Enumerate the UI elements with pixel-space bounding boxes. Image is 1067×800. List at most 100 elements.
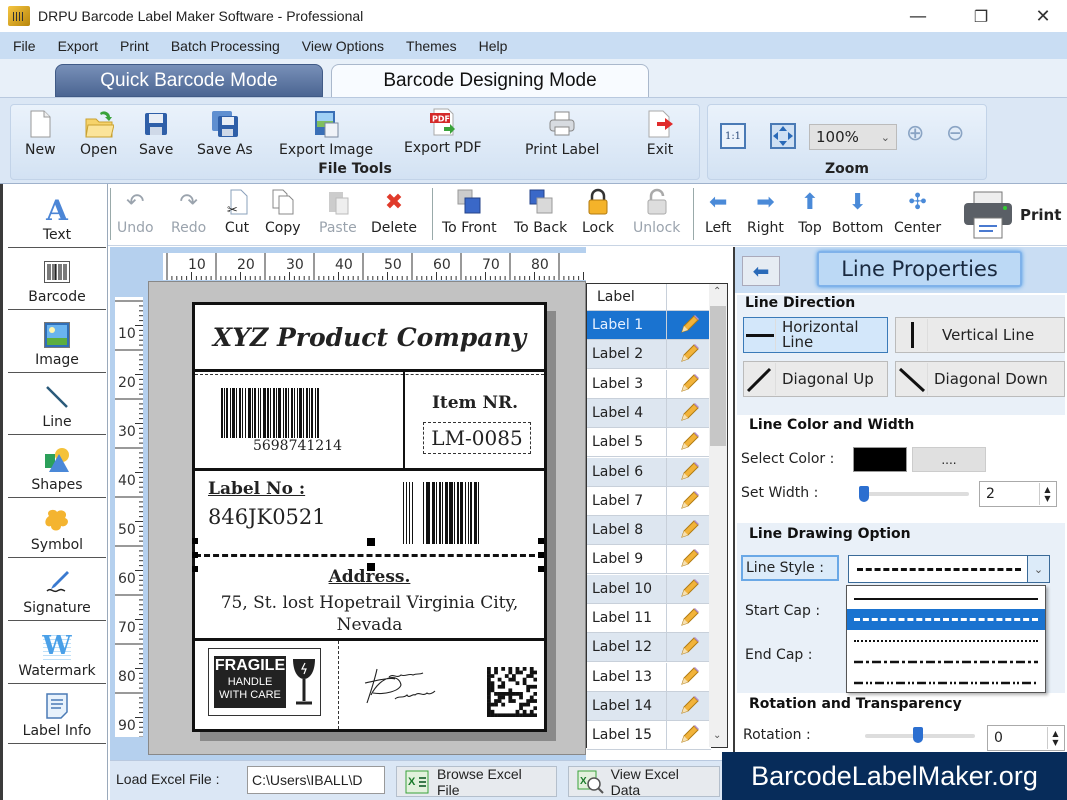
line-style-option-dash-dot[interactable]	[847, 651, 1045, 672]
paste-button[interactable]: Paste	[319, 188, 357, 236]
cut-button[interactable]: ✂ Cut	[224, 188, 250, 236]
save-button[interactable]: Save	[139, 109, 173, 158]
label-list-item[interactable]: Label 8	[587, 516, 711, 546]
edit-pencil-icon[interactable]	[667, 431, 711, 453]
menu-help[interactable]: Help	[470, 38, 517, 54]
resize-handle[interactable]	[538, 538, 544, 544]
spinner-arrows-icon[interactable]: ▲ ▼	[1039, 483, 1055, 505]
label-list-item[interactable]: Label 7	[587, 486, 711, 516]
to-front-button[interactable]: To Front	[442, 188, 497, 236]
line-style-option-dash[interactable]	[847, 609, 1045, 630]
exit-button[interactable]: Exit	[645, 109, 675, 158]
company-name-text[interactable]: XYZ Product Company	[195, 305, 544, 369]
unlock-button[interactable]: Unlock	[633, 188, 680, 236]
label-list-item[interactable]: Label 1	[587, 311, 711, 340]
diagonal-up-button[interactable]: Diagonal Up	[743, 361, 888, 397]
label-list-item[interactable]: Label 5	[587, 428, 711, 458]
export-image-button[interactable]: Export Image	[279, 109, 373, 158]
save-as-button[interactable]: Save As	[197, 109, 253, 158]
edit-pencil-icon[interactable]	[667, 607, 711, 629]
line-style-option-dot[interactable]	[847, 630, 1045, 651]
align-right-button[interactable]: ➡ Right	[747, 188, 784, 237]
edit-pencil-icon[interactable]	[667, 724, 711, 746]
rotation-spinner[interactable]: 0 ▲ ▼	[987, 725, 1065, 751]
label-list-item[interactable]: Label 12	[587, 633, 711, 663]
label-no-heading-text[interactable]: Label No :	[208, 479, 305, 499]
datamatrix-code[interactable]	[487, 667, 537, 717]
edit-pencil-icon[interactable]	[667, 402, 711, 424]
menu-themes[interactable]: Themes	[397, 38, 466, 54]
zoom-select[interactable]: 100% ⌄	[809, 124, 897, 150]
label-list-item[interactable]: Label 4	[587, 398, 711, 428]
selected-dashed-line[interactable]	[195, 554, 544, 557]
menu-file[interactable]: File	[4, 38, 45, 54]
scroll-thumb[interactable]	[710, 306, 726, 446]
scroll-up-icon[interactable]: ⌃	[713, 286, 721, 297]
excel-path-input[interactable]: C:\Users\IBALL\D	[247, 766, 385, 794]
close-button[interactable]: ✕	[1020, 0, 1066, 32]
more-colors-button[interactable]: ....	[912, 447, 986, 472]
browse-excel-button[interactable]: X Browse Excel File	[396, 766, 557, 798]
delete-button[interactable]: ✖ Delete	[371, 188, 417, 237]
edit-pencil-icon[interactable]	[667, 695, 711, 717]
export-pdf-button[interactable]: PDF Export PDF	[404, 107, 482, 156]
sidebar-item-symbol[interactable]: Symbol	[8, 496, 106, 558]
sidebar-item-text[interactable]: A Text	[8, 186, 106, 248]
open-button[interactable]: Open	[80, 109, 117, 158]
label-list-item[interactable]: Label 9	[587, 545, 711, 575]
fit-to-window-button[interactable]	[770, 123, 796, 149]
copy-button[interactable]: Copy	[265, 188, 301, 236]
address-line1-text[interactable]: 75, St. lost Hopetrail Virginia City,	[195, 593, 544, 613]
barcode-1d[interactable]	[221, 388, 379, 438]
menu-print[interactable]: Print	[111, 38, 158, 54]
divider-line[interactable]	[195, 638, 544, 641]
edit-pencil-icon[interactable]	[667, 490, 711, 512]
label-list-item[interactable]: Label 2	[587, 340, 711, 370]
align-left-button[interactable]: ⬅ Left	[705, 188, 731, 237]
print-button[interactable]: Print	[960, 190, 1061, 240]
label-list-item[interactable]: Label 10	[587, 574, 711, 604]
address-heading-text[interactable]: Address.	[195, 567, 544, 587]
resize-handle[interactable]	[538, 552, 544, 558]
edit-pencil-icon[interactable]	[667, 461, 711, 483]
signature-image[interactable]	[355, 655, 445, 719]
sidebar-item-barcode[interactable]: Barcode	[8, 248, 106, 310]
minimize-button[interactable]: —	[895, 0, 941, 32]
resize-handle[interactable]	[192, 552, 198, 558]
label-list-item[interactable]: Label 6	[587, 457, 711, 487]
edit-pencil-icon[interactable]	[667, 519, 711, 541]
divider-line[interactable]	[195, 468, 544, 471]
barcode-number-text[interactable]: 5698741214	[195, 438, 400, 454]
sidebar-item-label-info[interactable]: Label Info	[8, 682, 106, 744]
menu-view-options[interactable]: View Options	[293, 38, 393, 54]
color-swatch[interactable]	[853, 447, 907, 472]
sidebar-item-signature[interactable]: Signature	[8, 559, 106, 621]
spinner-arrows-icon[interactable]: ▲ ▼	[1047, 727, 1063, 749]
undo-button[interactable]: ↶ Undo	[117, 188, 154, 237]
label-list-item[interactable]: Label 14	[587, 691, 711, 721]
width-slider[interactable]	[863, 492, 969, 496]
item-heading-text[interactable]: Item NR.	[405, 393, 545, 413]
edit-pencil-icon[interactable]	[667, 548, 711, 570]
label-list-item[interactable]: Label 15	[587, 721, 711, 751]
resize-handle[interactable]	[192, 538, 198, 544]
dashed-divider[interactable]	[338, 641, 339, 729]
lock-button[interactable]: Lock	[582, 188, 614, 236]
dashed-line[interactable]	[195, 374, 544, 375]
edit-pencil-icon[interactable]	[667, 636, 711, 658]
width-spinner[interactable]: 2 ▲ ▼	[979, 481, 1057, 507]
diagonal-down-button[interactable]: Diagonal Down	[895, 361, 1065, 397]
sidebar-item-line[interactable]: Line	[8, 373, 106, 435]
menu-batch-processing[interactable]: Batch Processing	[162, 38, 289, 54]
align-bottom-button[interactable]: ⬇ Bottom	[832, 188, 883, 237]
fragile-sticker[interactable]: FRAGILE HANDLE WITH CARE	[208, 648, 321, 716]
zoom-in-button[interactable]: ⊕	[906, 121, 924, 146]
divider-line[interactable]	[195, 369, 544, 372]
rotation-slider-thumb[interactable]	[913, 727, 923, 743]
align-center-button[interactable]: ✣ Center	[894, 188, 941, 237]
item-value-text[interactable]: LM-0085	[423, 422, 531, 454]
chevron-down-icon[interactable]: ⌄	[1027, 556, 1049, 582]
label-no-value-text[interactable]: 846JK0521	[208, 505, 326, 529]
back-button[interactable]: ⬅	[742, 256, 780, 286]
new-button[interactable]: New	[25, 109, 56, 158]
